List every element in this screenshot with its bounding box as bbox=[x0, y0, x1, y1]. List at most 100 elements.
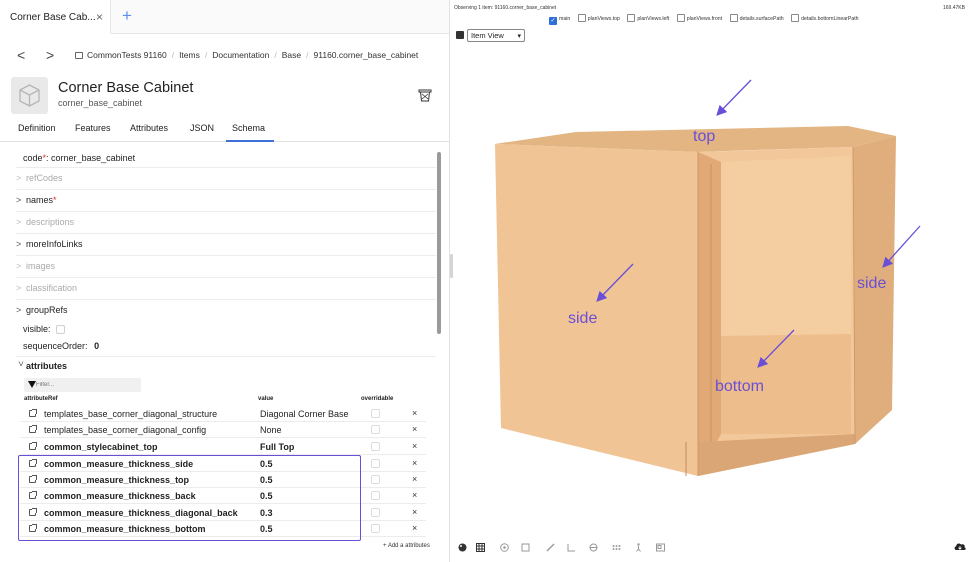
close-icon[interactable]: × bbox=[96, 10, 103, 24]
remove-attribute-button[interactable]: × bbox=[412, 490, 417, 500]
overridable-checkbox[interactable] bbox=[371, 508, 380, 517]
browser-tab-bar: Corner Base Cab... × + bbox=[0, 0, 449, 34]
remove-attribute-button[interactable]: × bbox=[412, 408, 417, 418]
checkbox-icon[interactable] bbox=[627, 14, 636, 22]
back-button[interactable]: < bbox=[17, 47, 25, 63]
schema-row-label: images bbox=[26, 261, 56, 271]
chevron-right-icon[interactable]: > bbox=[16, 239, 26, 249]
attribute-name[interactable]: templates_base_corner_diagonal_structure bbox=[44, 409, 217, 419]
attribute-value[interactable]: Diagonal Corner Base bbox=[260, 409, 349, 419]
schema-row-descriptions: > descriptions bbox=[16, 217, 436, 227]
checkbox-icon[interactable] bbox=[577, 14, 586, 22]
schema-row-label: names bbox=[26, 195, 54, 205]
3d-viewport[interactable]: top side side bottom bbox=[453, 46, 977, 536]
forward-button[interactable]: > bbox=[46, 47, 54, 63]
overridable-checkbox[interactable] bbox=[371, 425, 380, 434]
image-icon[interactable] bbox=[656, 543, 665, 552]
attribute-name[interactable]: templates_base_corner_diagonal_config bbox=[44, 425, 206, 435]
chevron-right-icon[interactable]: > bbox=[16, 195, 26, 205]
attribute-name[interactable]: common_stylecabinet_top bbox=[44, 442, 158, 452]
browser-tab[interactable]: Corner Base Cab... × bbox=[0, 0, 111, 34]
tab-definition[interactable]: Definition bbox=[18, 123, 56, 133]
breadcrumb-item[interactable]: Items bbox=[179, 50, 200, 60]
overridable-checkbox[interactable] bbox=[371, 524, 380, 533]
dots-icon[interactable] bbox=[612, 543, 621, 552]
breadcrumb-item[interactable]: Base bbox=[282, 50, 301, 60]
grid-icon[interactable] bbox=[476, 543, 485, 552]
annotation-label-bottom: bottom bbox=[715, 378, 764, 395]
checkbox-icon[interactable] bbox=[676, 14, 685, 22]
view-toggle-main[interactable]: ✓ main bbox=[549, 16, 571, 25]
cube-icon[interactable] bbox=[521, 543, 530, 552]
view-toggle-bottom-linear-path[interactable]: details.bottomLinearPath bbox=[791, 14, 859, 22]
annotation-label-top: top bbox=[693, 128, 715, 145]
remove-attribute-button[interactable]: × bbox=[412, 474, 417, 484]
thickness-rows-highlight bbox=[18, 455, 361, 541]
ruler-icon[interactable] bbox=[567, 543, 576, 552]
remove-attribute-button[interactable]: × bbox=[412, 507, 417, 517]
view-toggle-plan-front[interactable]: planViews.front bbox=[676, 14, 722, 22]
tab-json[interactable]: JSON bbox=[190, 123, 214, 133]
tab-features[interactable]: Features bbox=[75, 123, 111, 133]
schema-row-label: refCodes bbox=[26, 173, 63, 183]
brush-icon[interactable] bbox=[546, 543, 555, 552]
column-header-value: value bbox=[258, 396, 274, 402]
remove-attribute-button[interactable]: × bbox=[412, 458, 417, 468]
compass-icon[interactable] bbox=[500, 543, 509, 552]
checkbox-checked-icon[interactable]: ✓ bbox=[549, 17, 557, 25]
view-toggle-label: main bbox=[559, 16, 571, 22]
trash-icon[interactable] bbox=[418, 88, 432, 107]
schema-row-moreinfolinks[interactable]: > moreInfoLinks bbox=[16, 239, 436, 249]
tab-schema[interactable]: Schema bbox=[232, 123, 265, 133]
view-mode-select[interactable]: Item View ▾ bbox=[467, 29, 525, 42]
sequence-order-value[interactable]: 0 bbox=[94, 341, 99, 351]
overridable-checkbox[interactable] bbox=[371, 491, 380, 500]
attribute-value[interactable]: Full Top bbox=[260, 442, 294, 452]
schema-row-label: classification bbox=[26, 283, 78, 293]
checkbox-icon[interactable] bbox=[791, 14, 800, 22]
cloud-download-icon[interactable] bbox=[953, 541, 967, 552]
new-tab-button[interactable]: + bbox=[122, 6, 132, 26]
view-toggle-surface-path[interactable]: details.surfacePath bbox=[729, 14, 784, 22]
tab-attributes[interactable]: Attributes bbox=[130, 123, 168, 133]
external-link-icon[interactable] bbox=[29, 425, 37, 433]
target-icon[interactable] bbox=[589, 543, 598, 552]
filter-icon bbox=[28, 381, 36, 388]
overridable-checkbox[interactable] bbox=[371, 459, 380, 468]
item-tabs: Definition Features Attributes JSON Sche… bbox=[0, 118, 449, 142]
view-toggle-plan-top[interactable]: planViews.top bbox=[577, 14, 620, 22]
schema-row-label: moreInfoLinks bbox=[26, 239, 83, 249]
scrollbar[interactable] bbox=[437, 152, 441, 334]
code-value[interactable]: : corner_base_cabinet bbox=[46, 153, 135, 163]
sequence-order-field: sequenceOrder: 0 bbox=[23, 341, 443, 351]
remove-attribute-button[interactable]: × bbox=[412, 523, 417, 533]
checkbox-icon[interactable] bbox=[729, 14, 738, 22]
column-header-overridable: overridable bbox=[361, 396, 394, 402]
external-link-icon[interactable] bbox=[29, 409, 37, 417]
view-toggle-plan-left[interactable]: planViews.left bbox=[627, 14, 669, 22]
chevron-right-icon[interactable]: > bbox=[16, 305, 26, 315]
overridable-checkbox[interactable] bbox=[371, 442, 380, 451]
chevron-right-icon: > bbox=[16, 173, 22, 183]
schema-row-grouprefs[interactable]: > groupRefs bbox=[16, 305, 436, 315]
breadcrumb-item[interactable]: Documentation bbox=[212, 50, 269, 60]
add-attributes-button[interactable]: + Add a attributes bbox=[383, 543, 430, 549]
overridable-checkbox[interactable] bbox=[371, 475, 380, 484]
schema-row-names[interactable]: > names* bbox=[16, 195, 436, 205]
schema-row-attributes[interactable]: >attributes bbox=[16, 361, 436, 371]
external-link-icon[interactable] bbox=[29, 442, 37, 450]
overridable-checkbox[interactable] bbox=[371, 409, 380, 418]
visible-checkbox[interactable] bbox=[56, 325, 65, 334]
attribute-filter[interactable] bbox=[24, 378, 141, 392]
remove-attribute-button[interactable]: × bbox=[412, 441, 417, 451]
attribute-value[interactable]: None bbox=[260, 425, 282, 435]
palette-icon[interactable] bbox=[458, 543, 467, 552]
breadcrumb: CommonTests 91160/Items / Documentation / Ba… bbox=[75, 50, 418, 60]
visible-label: visible: bbox=[23, 324, 51, 334]
remove-attribute-button[interactable]: × bbox=[412, 424, 417, 434]
filter-input[interactable] bbox=[36, 379, 136, 391]
chevron-down-icon[interactable]: > bbox=[16, 361, 26, 371]
3d-viewer-panel: Observing 1 item: 91160.corner_base_cabi… bbox=[453, 0, 977, 562]
breadcrumb-item[interactable]: CommonTests 91160 bbox=[87, 50, 167, 60]
walk-icon[interactable] bbox=[634, 543, 643, 552]
